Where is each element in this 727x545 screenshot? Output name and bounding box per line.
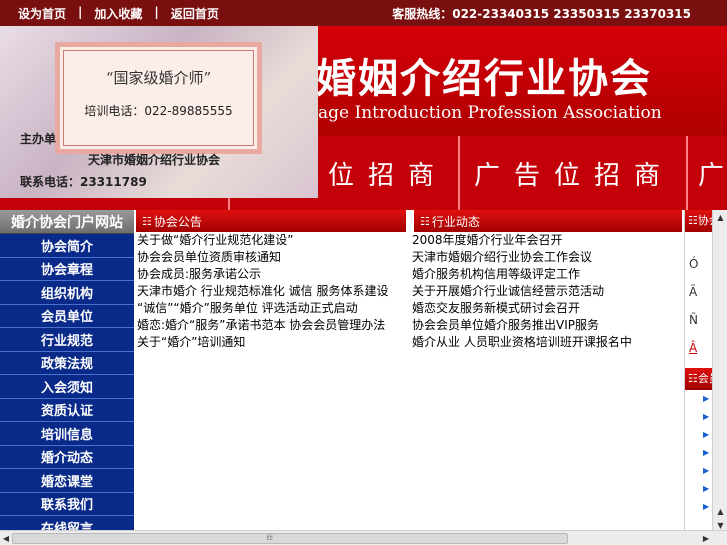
horizontal-scrollbar[interactable]: ◀ ⁞⁞⁞⁞ ▶ [0,530,727,545]
sidebar-item[interactable]: 联系我们 [0,492,134,516]
list-item[interactable]: 关于开展婚介行业诚信经营示范活动 [412,283,684,300]
list-item[interactable]: 天津市婚姻介绍行业协会工作会议 [412,249,684,266]
list-item[interactable]: 婚介从业 人员职业资格培训班开课报名中 [412,334,684,351]
sidebar-item[interactable]: 协会简介 [0,234,134,258]
set-homepage-link[interactable]: 设为首页 [18,5,66,22]
scroll-left-icon[interactable]: ◀ [0,531,12,545]
arrow-right-icon[interactable]: ▶ [685,426,712,444]
host-label: 主办单 [20,132,57,146]
list-item[interactable]: 协会成员:服务承诺公示 [137,266,406,283]
training-phone: 培训电话：022-89885555 [84,104,233,118]
right-panel-title: 协会 [697,214,712,227]
sidebar-heading: 婚介协会门户网站 [0,210,134,234]
right-panel-title-2: 会员 [697,372,712,385]
vertical-scrollbar[interactable]: ▲ ▲ ▼ [712,210,727,535]
sidebar-item[interactable]: 会员单位 [0,304,134,328]
nav-item-ad-recruitment[interactable]: 广告位招商 [462,136,686,210]
association-name: 天津市婚姻介绍行业协会 [88,153,221,167]
right-panel-link[interactable]: Â [685,334,712,362]
sidebar-item[interactable]: 行业规范 [0,328,134,352]
sidebar-item[interactable]: 组织机构 [0,281,134,305]
sidebar-item[interactable]: 资质认证 [0,398,134,422]
arrow-right-icon[interactable]: ▶ [685,408,712,426]
sidebar-item[interactable]: 协会章程 [0,257,134,281]
nav-divider [686,136,688,210]
sidebar-item[interactable]: 婚介动态 [0,445,134,469]
scroll-up-icon[interactable]: ▲ [713,210,727,225]
grip-icon: ⁞⁞⁞⁞ [266,533,273,542]
announcement-panel-header: ☷ 协会公告 [136,210,406,232]
scrollbar-thumb[interactable] [12,533,568,544]
top-links: 设为首页 | 加入收藏 | 返回首页 [18,5,219,22]
banner-subtitle-en: age Introduction Profession Association [318,103,662,123]
scroll-up-icon[interactable]: ▲ [713,504,727,519]
list-item[interactable]: 关于“婚介”培训通知 [137,334,406,351]
separator: | [154,5,159,19]
list-item[interactable]: 婚恋:婚介“服务”承诺书范本 协会会员管理办法 [137,317,406,334]
service-hotline: 客服热线：022-23340315 23350315 23370315 [392,7,691,21]
floating-ad-popup[interactable]: “国家级婚介师” 培训电话：022-89885555 主办单 天津市婚姻介绍行业… [0,26,318,198]
contact-phone: 联系电话：23311789 [20,175,147,189]
sidebar-item[interactable]: 入会须知 [0,375,134,399]
separator: | [78,5,83,19]
list-item[interactable]: 婚介服务机构信用等级评定工作 [412,266,684,283]
right-panel-text: Ó [689,257,699,271]
list-icon: ☷ [688,214,698,227]
list-item[interactable]: 婚恋交友服务新模式研讨会召开 [412,300,684,317]
news-panel-header: ☷ 行业动态 [414,210,682,232]
scroll-right-icon[interactable]: ▶ [700,531,712,545]
banner-title: 婚姻介绍行业协会 [316,55,652,102]
right-panel-text: Ñ [689,313,698,327]
sidebar-item[interactable]: 婚恋课堂 [0,469,134,493]
arrow-right-icon[interactable]: ▶ [685,480,712,498]
certificate-card: “国家级婚介师” 培训电话：022-89885555 [55,42,262,154]
right-column: ☷协会 Ó Ã Ñ Â ☷会员 ▶ ▶ ▶ ▶ ▶ ▶ ▶ [684,210,712,535]
list-item[interactable]: 天津市婚介 行业规范标准化 诚信 服务体系建设 [137,283,406,300]
right-panel-text: Ã [689,285,698,299]
top-bar: 设为首页 | 加入收藏 | 返回首页 客服热线：022-23340315 233… [0,0,727,26]
sidebar-item[interactable]: 培训信息 [0,422,134,446]
list-item[interactable]: 关于做“婚介行业规范化建设” [137,232,406,249]
left-sidebar: 婚介协会门户网站 协会简介 协会章程 组织机构 会员单位 行业规范 政策法规 入… [0,210,134,535]
arrow-right-icon[interactable]: ▶ [685,462,712,480]
news-panel: 2008年度婚介行业年会召开 天津市婚姻介绍行业协会工作会议 婚介服务机构信用等… [412,232,684,530]
arrow-right-icon[interactable]: ▶ [685,498,712,516]
list-icon: ☷ [688,372,698,385]
nav-item-ad-space[interactable]: 位招商 [318,136,458,210]
list-icon: ☷ [142,214,152,228]
announcement-panel-title: 协会公告 [153,214,202,229]
list-icon: ☷ [420,214,430,228]
nav-divider [458,136,460,210]
list-item[interactable]: “诚信”“婚介”服务单位 评选活动正式启动 [137,300,406,317]
right-panel-header-2: ☷会员 [685,368,712,390]
list-item[interactable]: 协会会员单位婚介服务推出VIP服务 [412,317,684,334]
news-panel-title: 行业动态 [431,214,480,229]
certificate-title: “国家级婚介师” [105,69,212,87]
sidebar-item[interactable]: 政策法规 [0,351,134,375]
list-item[interactable]: 2008年度婚介行业年会召开 [412,232,684,249]
nav-item-ad-more[interactable]: 广 [698,136,727,210]
announcement-panel: 关于做“婚介行业规范化建设” 协会会员单位资质审核通知 协会成员:服务承诺公示 … [136,232,406,530]
arrow-right-icon[interactable]: ▶ [685,390,712,408]
right-panel-header: ☷协会 [685,210,712,232]
arrow-right-icon[interactable]: ▶ [685,444,712,462]
back-home-link[interactable]: 返回首页 [171,5,219,22]
list-item[interactable]: 协会会员单位资质审核通知 [137,249,406,266]
add-favorite-link[interactable]: 加入收藏 [94,5,142,22]
